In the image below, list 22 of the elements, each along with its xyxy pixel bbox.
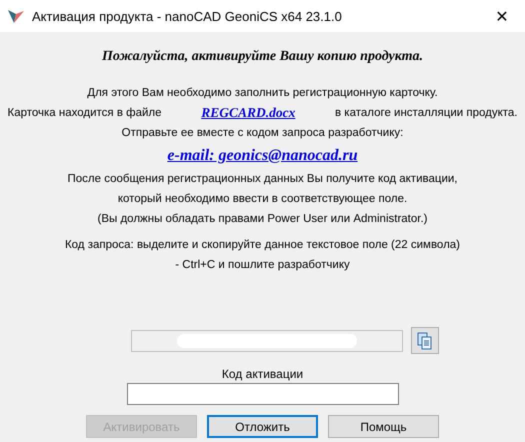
email-link[interactable]: e-mail: geonics@nanocad.ru	[167, 145, 358, 167]
instruction-text: Карточка находится в файле	[8, 107, 162, 119]
documents-icon	[416, 332, 432, 350]
instruction-text: Для этого Вам необходимо заполнить регистрационную карточку.	[87, 86, 438, 101]
close-button[interactable]: ✕	[479, 0, 525, 32]
dialog-button[interactable]: Отложить	[207, 415, 318, 438]
activation-code-field[interactable]	[126, 383, 398, 405]
instruction-text: (Вы должны обладать правами Power User или Administrator.)	[98, 212, 428, 227]
instruction-text: - Ctrl+C и пошлите разработчику	[175, 258, 350, 273]
copy-button[interactable]	[410, 327, 438, 354]
instruction-text: Отправьте ее вместе с кодом запроса разработчику:	[122, 126, 404, 141]
window-title: Активация продукта - nanoCAD GeoniCS x64 23.1.0	[32, 8, 343, 24]
heading: Пожалуйста, активируйте Вашу копию продукта.	[102, 49, 424, 65]
instruction-text: который необходимо ввести в соответствующее поле.	[118, 192, 408, 207]
app-logo-icon	[8, 8, 24, 24]
instruction-text: После сообщения регистрационных данных Вы получите код активации,	[67, 172, 458, 187]
instruction-text: в каталоге инсталляции продукта.	[335, 107, 518, 119]
field-label: Код активации	[222, 367, 304, 381]
file-link[interactable]: REGCARD.docx	[201, 105, 296, 121]
dialog-button[interactable]: Помощь	[328, 415, 439, 438]
request-code-field[interactable]	[130, 330, 402, 352]
instruction-text: Код запроса: выделите и скопируйте данное текстовое поле (22 символа)	[64, 238, 460, 253]
